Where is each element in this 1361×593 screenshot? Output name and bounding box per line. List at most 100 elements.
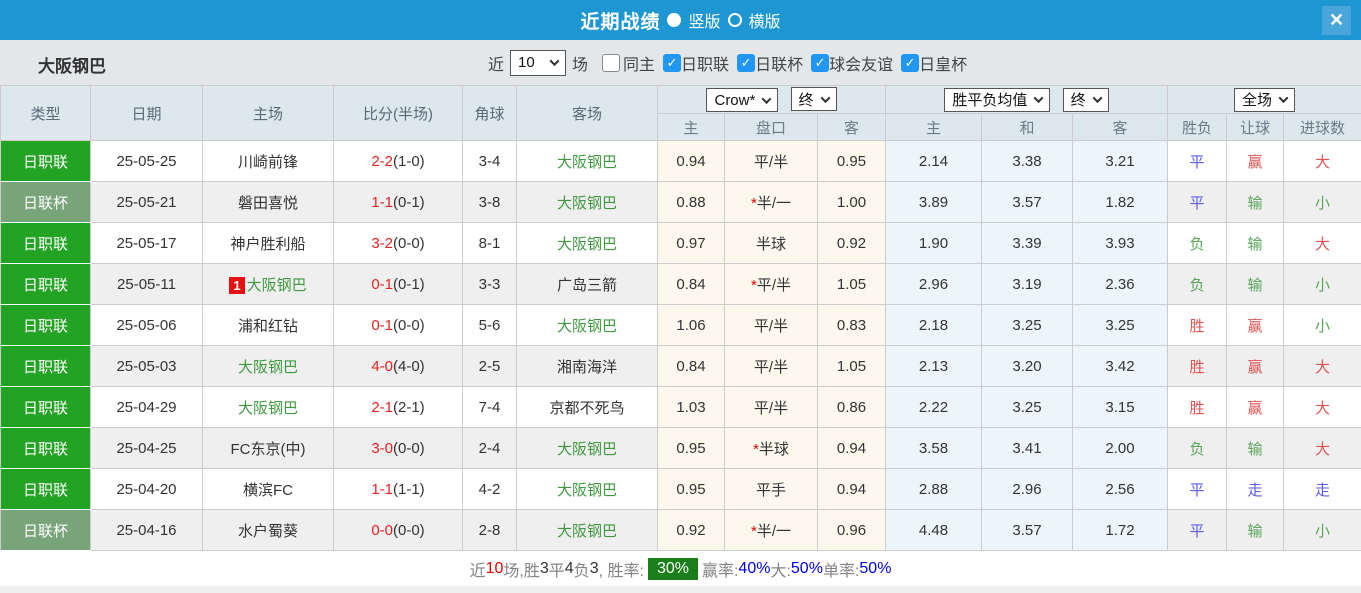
result-wdl: 平 [1167, 509, 1227, 551]
europe-draw-odds: 3.25 [981, 304, 1073, 346]
away-team-name: 大阪钢巴 [556, 235, 617, 253]
filter-checkbox-球会友谊[interactable]: ✓ 球会友谊 [803, 51, 893, 75]
horizontal-layout-radio[interactable] [727, 13, 742, 27]
europe-away-odds: 1.82 [1072, 181, 1168, 223]
away-team-name: 大阪钢巴 [556, 317, 617, 335]
filter-checkbox-日职联[interactable]: ✓ 日职联 [655, 51, 729, 75]
vertical-layout-label[interactable]: 竖版 [688, 8, 720, 32]
summary-label: 近 [469, 562, 486, 580]
score-cell: 3-0(0-0) [333, 427, 463, 469]
result-scope-select[interactable]: 全场 [1234, 87, 1296, 112]
home-team-name: 浦和红钻 [237, 317, 298, 335]
vertical-layout-radio[interactable] [667, 13, 682, 27]
titlebar: 近期战绩 竖版 横版 ✕ [0, 0, 1361, 40]
filter-checkbox-同主[interactable]: 同主 [594, 51, 655, 75]
asia-odds-group-header: Crow* 终 [657, 85, 886, 114]
summary-num: 3 [589, 559, 599, 577]
filter-checkbox-label: 日职联 [681, 56, 730, 74]
away-team-name: 大阪钢巴 [556, 440, 617, 458]
titlebar-group: 近期战绩 竖版 横版 [580, 7, 780, 34]
asia-company-select[interactable]: Crow* [706, 88, 779, 112]
checkbox-checked-icon[interactable]: ✓ [901, 53, 920, 72]
home-team: 神户胜利船 [202, 222, 334, 264]
europe-away-odds: 3.25 [1072, 304, 1168, 346]
result-wdl: 平 [1167, 181, 1227, 223]
asia-home-odds: 0.95 [657, 427, 725, 469]
result-handicap: 赢 [1226, 386, 1284, 428]
filter-checkbox-label: 日皇杯 [919, 56, 968, 74]
home-team-name: 水户蜀葵 [237, 522, 298, 540]
match-date: 25-04-25 [90, 427, 203, 469]
europe-away-odds: 2.36 [1072, 263, 1168, 305]
europe-home-odds: 3.89 [885, 181, 982, 223]
halftime-score: (0-1) [393, 193, 425, 211]
chevron-down-icon [820, 92, 830, 103]
match-count-select[interactable]: 10 [510, 49, 567, 76]
summary-num: 3 [539, 559, 549, 577]
corner-score: 2-8 [462, 509, 517, 551]
asia-away-odds: 0.92 [817, 222, 886, 264]
home-team-name: 大阪钢巴 [237, 399, 298, 417]
asia-stage-select[interactable]: 终 [790, 87, 837, 111]
checkbox-checked-icon[interactable]: ✓ [737, 53, 756, 72]
close-icon[interactable]: ✕ [1322, 6, 1351, 35]
away-team: 大阪钢巴 [516, 509, 658, 551]
corner-score: 8-1 [462, 222, 517, 264]
away-team: 大阪钢巴 [516, 222, 658, 264]
europe-home-odds: 2.88 [885, 468, 982, 510]
home-team: 川崎前锋 [202, 140, 334, 182]
sub-header-goals-result: 进球数 [1282, 113, 1361, 141]
summary-label: 场,胜 [503, 562, 540, 580]
score-cell: 1-1(0-1) [333, 181, 463, 223]
away-team-name: 大阪钢巴 [556, 522, 617, 540]
filter-checkbox-日联杯[interactable]: ✓ 日联杯 [729, 51, 803, 75]
horizontal-layout-label[interactable]: 横版 [749, 8, 781, 32]
corner-score: 4-2 [462, 468, 517, 510]
match-row: 日职联 25-04-29 大阪钢巴 2-1(2-1) 7-4 京都不死鸟 1.03 平/半 0.… [0, 386, 1361, 428]
europe-away-odds: 2.00 [1072, 427, 1168, 469]
result-goals: 走 [1282, 468, 1361, 510]
asia-home-odds: 0.84 [657, 345, 725, 387]
europe-metric-select[interactable]: 胜平负均值 [944, 87, 1051, 112]
corner-score: 7-4 [462, 386, 517, 428]
col-header-corner: 角球 [462, 85, 517, 141]
result-handicap: 走 [1226, 468, 1284, 510]
sub-header-eu-draw: 和 [981, 113, 1073, 141]
asia-handicap: 平/半 [724, 304, 818, 346]
away-team: 湘南海洋 [516, 345, 658, 387]
europe-draw-odds: 3.25 [981, 386, 1073, 428]
europe-odds-group-header: 胜平负均值 终 [885, 85, 1168, 114]
europe-home-odds: 3.58 [885, 427, 982, 469]
asia-handicap: *半球 [724, 427, 818, 469]
halftime-score: (0-0) [393, 234, 425, 252]
fulltime-score: 1-1 [371, 193, 393, 211]
checkbox-checked-icon[interactable]: ✓ [811, 53, 830, 72]
recent-results-window: 近期战绩 竖版 横版 ✕ 大阪钢巴 近 10 场 同主 ✓ 日职联 ✓ 日联杯 ✓ 球会友谊… [0, 0, 1361, 593]
europe-home-odds: 2.13 [885, 345, 982, 387]
result-wdl: 胜 [1167, 386, 1227, 428]
europe-draw-odds: 3.41 [981, 427, 1073, 469]
handicap-star: * [750, 522, 757, 540]
result-wdl: 胜 [1167, 304, 1227, 346]
europe-home-odds: 2.14 [885, 140, 982, 182]
match-row: 日职联 25-05-17 神户胜利船 3-2(0-0) 8-1 大阪钢巴 0.97 半球 0.9… [0, 222, 1361, 264]
home-team: 1 大阪钢巴 [202, 263, 334, 305]
league-badge: 日联杯 [0, 509, 91, 551]
europe-draw-odds: 3.39 [981, 222, 1073, 264]
home-team-name: 磐田喜悦 [237, 194, 298, 212]
chevron-down-icon [761, 93, 772, 104]
match-date: 25-05-25 [90, 140, 203, 182]
score-cell: 4-0(4-0) [333, 345, 463, 387]
filter-checkbox-日皇杯[interactable]: ✓ 日皇杯 [893, 51, 967, 75]
result-goals: 大 [1282, 386, 1361, 428]
match-date: 25-04-29 [90, 386, 203, 428]
sub-header-asia-away: 客 [817, 113, 886, 141]
summary-red: 10 [485, 559, 504, 577]
europe-stage-select[interactable]: 终 [1062, 87, 1109, 112]
checkbox-unchecked-icon[interactable] [602, 53, 621, 72]
asia-away-odds: 1.05 [817, 345, 886, 387]
asia-away-odds: 0.96 [817, 509, 886, 551]
league-badge: 日职联 [0, 263, 91, 305]
checkbox-checked-icon[interactable]: ✓ [663, 53, 682, 72]
home-team: 横滨FC [202, 468, 334, 510]
